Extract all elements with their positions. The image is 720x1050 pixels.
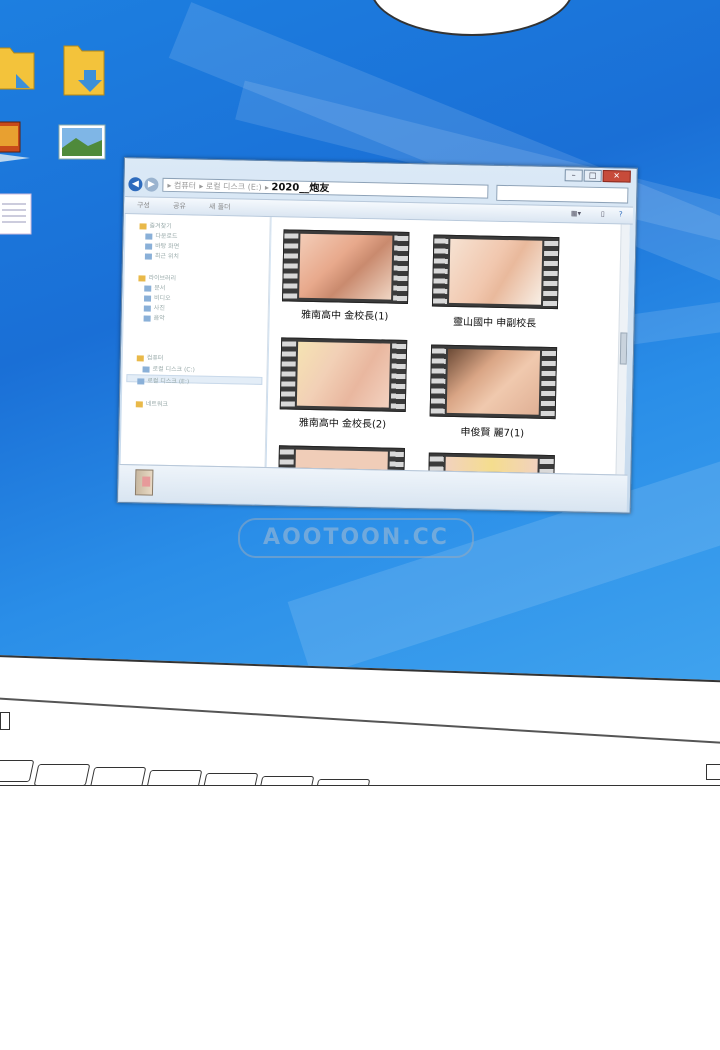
sidebar-item-downloads[interactable]: 다운로드 [145,230,178,240]
video-thumbnail[interactable] [431,234,560,310]
preview-pane-icon[interactable]: ▯ [601,210,605,218]
breadcrumb-current-folder[interactable]: 2020__炮友 [271,182,329,194]
breadcrumb-drive[interactable]: 로컬 디스크 (E:) [206,182,262,192]
sidebar-item-drive-c[interactable]: 로컬 디스크 (C:) [142,363,195,374]
document-icon[interactable] [0,192,36,240]
comic-panel: – □ ✕ ◀ ▶ ▸ 컴퓨터 ▸ 로컬 디스크 (E:) ▸ 2020__炮友… [0,0,720,786]
keyboard-key [313,779,371,785]
forward-arrow-icon[interactable]: ▶ [144,177,159,192]
computer-icon [136,354,144,361]
star-icon [139,222,147,229]
file-explorer-window[interactable]: – □ ✕ ◀ ▶ ▸ 컴퓨터 ▸ 로컬 디스크 (E:) ▸ 2020__炮友… [116,157,638,514]
sidebar-item-drive-e[interactable]: 로컬 디스크 (E:) [126,374,263,385]
keyboard-key [201,773,259,785]
keyboard-key [0,760,35,782]
organize-button[interactable]: 구성 [137,200,150,210]
sidebar-item-network[interactable]: 네트워크 [135,398,168,408]
keyboard-key [145,770,203,785]
keyboard-key [257,776,315,785]
library-icon [138,274,146,281]
watermark-text: AOOTOON.CC [238,518,474,558]
movie-app-icon[interactable] [0,120,36,168]
share-button[interactable]: 공유 [173,201,186,211]
back-arrow-icon[interactable]: ◀ [128,177,143,192]
breadcrumb-computer[interactable]: 컴퓨터 [174,181,196,190]
laptop-edge-tab [0,712,10,730]
sidebar-item-favorites[interactable]: 즐겨찾기 [139,220,172,230]
folder-icon[interactable] [0,44,38,98]
scrollbar-thumb[interactable] [619,332,628,365]
address-bar[interactable]: ▸ 컴퓨터 ▸ 로컬 디스크 (E:) ▸ 2020__炮友 [162,177,489,199]
sidebar-item-pictures[interactable]: 사진 [143,302,165,312]
view-options-icon[interactable]: ▦▾ [571,209,581,217]
file-name-label[interactable]: 靈山國中 申副校長 [419,312,569,330]
sidebar-item-computer[interactable]: 컴퓨터 [136,352,164,362]
file-name-label[interactable]: 雅南高中 金校長(2) [267,413,417,431]
minimize-button[interactable]: – [564,169,583,182]
help-icon[interactable]: ? [619,210,623,218]
video-thumbnail[interactable] [429,344,558,420]
keyboard-key [33,764,91,785]
sidebar-item-videos[interactable]: 비디오 [143,292,171,302]
sidebar-item-libraries[interactable]: 라이브러리 [138,272,176,282]
keyboard-key [89,767,147,785]
network-icon [135,400,143,407]
laptop-hinge-line [0,696,720,745]
navigation-pane: 즐겨찾기 다운로드 바탕 화면 최근 위치 라이브러리 문서 비디오 사진 음악… [120,214,271,468]
sidebar-item-desktop[interactable]: 바탕 화면 [145,240,179,250]
file-list: 雅南高中 金校長(1) 靈山國中 申副校長 雅南高中 金校長(2) 申俊賢 麗7… [266,217,630,475]
downloads-folder-icon[interactable] [62,44,110,104]
sidebar-item-recent[interactable]: 최근 위치 [144,250,179,260]
search-input[interactable] [496,184,629,204]
video-thumbnail[interactable] [282,229,410,304]
image-file-icon[interactable] [58,124,108,166]
video-thumbnail[interactable] [279,337,408,412]
sidebar-item-documents[interactable]: 문서 [144,282,165,292]
close-button[interactable]: ✕ [602,170,631,183]
file-name-label[interactable]: 申俊賢 麗7(1) [417,422,567,440]
new-folder-button[interactable]: 새 폴더 [209,202,231,212]
sidebar-item-music[interactable]: 음악 [143,312,165,322]
file-name-label[interactable]: 雅南高中 金校長(1) [270,305,420,323]
laptop-edge-tab [706,764,720,780]
maximize-button[interactable]: □ [583,169,602,183]
vertical-scrollbar[interactable] [615,224,630,475]
window-controls: – □ ✕ [564,169,631,183]
folder-preview-icon [134,469,154,496]
